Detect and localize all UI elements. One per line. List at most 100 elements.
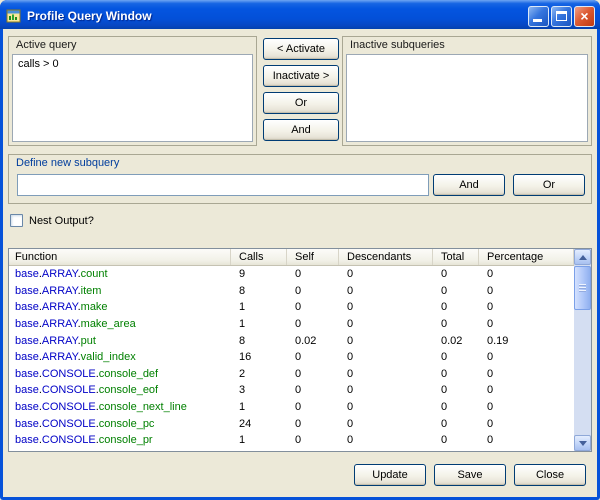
activate-button[interactable]: < Activate — [263, 38, 339, 60]
close-icon: × — [580, 9, 588, 23]
cell-value: 16 — [231, 351, 287, 363]
cell-value: 24 — [231, 418, 287, 430]
table-row[interactable]: base.ARRAY.count 9 0 0 0 0 — [9, 266, 574, 283]
or-button[interactable]: Or — [263, 92, 339, 114]
nest-output-label: Nest Output? — [29, 215, 94, 227]
function-cluster: base — [15, 351, 39, 363]
cell-value: 0 — [339, 384, 433, 396]
scroll-up-button[interactable] — [574, 249, 591, 265]
function-cluster: base — [15, 384, 39, 396]
function-feature: count — [81, 268, 108, 280]
cell-value: 0 — [339, 418, 433, 430]
cell-value: 0 — [433, 318, 479, 330]
cell-value: 0 — [339, 301, 433, 313]
define-subquery-group: Define new subquery And Or — [8, 154, 592, 204]
define-or-button[interactable]: Or — [513, 174, 585, 196]
table-row[interactable]: base.ARRAY.valid_index 16 0 0 0 0 — [9, 349, 574, 366]
update-button[interactable]: Update — [354, 464, 426, 486]
table-row[interactable]: base.ARRAY.make 1 0 0 0 0 — [9, 299, 574, 316]
function-class: CONSOLE — [42, 401, 96, 413]
subquery-input[interactable] — [17, 174, 429, 196]
function-cluster: base — [15, 268, 39, 280]
cell-value: 0 — [287, 418, 339, 430]
inactivate-button[interactable]: Inactivate > — [263, 65, 339, 87]
cell-value: 0 — [433, 301, 479, 313]
table-row[interactable]: base.CONSOLE.console_def 2 0 0 0 0 — [9, 366, 574, 383]
function-cluster: base — [15, 434, 39, 446]
cell-value: 0.02 — [287, 335, 339, 347]
function-feature: valid_index — [81, 351, 136, 363]
column-header-self[interactable]: Self — [287, 249, 339, 265]
and-button[interactable]: And — [263, 119, 339, 141]
table-row[interactable]: base.ARRAY.item 8 0 0 0 0 — [9, 283, 574, 300]
cell-value: 0 — [479, 368, 574, 380]
cell-value: 0 — [287, 401, 339, 413]
cell-value: 0 — [287, 318, 339, 330]
table-row[interactable]: base.CONSOLE.console_next_line 1 0 0 0 0 — [9, 399, 574, 416]
function-feature: console_next_line — [99, 401, 187, 413]
column-header-descendants[interactable]: Descendants — [339, 249, 433, 265]
function-cluster: base — [15, 285, 39, 297]
active-query-item[interactable]: calls > 0 — [13, 55, 252, 73]
maximize-icon — [556, 11, 567, 21]
function-cell: base.CONSOLE.console_pr — [9, 434, 231, 446]
cell-value: 0.19 — [479, 335, 574, 347]
table-row[interactable]: base.CONSOLE.console_pc 24 0 0 0 0 — [9, 415, 574, 432]
close-button[interactable]: × — [574, 6, 595, 27]
active-query-label: Active query — [16, 39, 77, 51]
close-window-button[interactable]: Close — [514, 464, 586, 486]
nest-output-checkbox[interactable] — [10, 214, 23, 227]
cell-value: 0 — [287, 285, 339, 297]
cell-value: 0 — [339, 318, 433, 330]
titlebar[interactable]: Profile Query Window × — [0, 0, 600, 29]
cell-value: 0 — [287, 368, 339, 380]
cell-value: 0 — [339, 268, 433, 280]
nest-output[interactable]: Nest Output? — [10, 213, 94, 228]
function-cluster: base — [15, 318, 39, 330]
function-cluster: base — [15, 401, 39, 413]
profile-table: Function Calls Self Descendants Total Pe… — [8, 248, 592, 452]
column-header-calls[interactable]: Calls — [231, 249, 287, 265]
define-and-button[interactable]: And — [433, 174, 505, 196]
cell-value: 1 — [231, 301, 287, 313]
cell-value: 0 — [479, 418, 574, 430]
cell-value: 0 — [287, 434, 339, 446]
column-header-function[interactable]: Function — [9, 249, 231, 265]
scroll-down-button[interactable] — [574, 435, 591, 451]
maximize-button[interactable] — [551, 6, 572, 27]
function-cell: base.ARRAY.put — [9, 335, 231, 347]
window-title: Profile Query Window — [27, 9, 526, 23]
inactive-subqueries-group: Inactive subqueries — [342, 36, 592, 146]
cell-value: 8 — [231, 285, 287, 297]
table-row[interactable]: base.CONSOLE.console_eof 3 0 0 0 0 — [9, 382, 574, 399]
function-cell: base.CONSOLE.console_def — [9, 368, 231, 380]
function-cell: base.CONSOLE.console_pc — [9, 418, 231, 430]
titlebar-buttons: × — [526, 6, 595, 27]
table-row[interactable]: base.ARRAY.put 8 0.02 0 0.02 0.19 — [9, 332, 574, 349]
cell-value: 0 — [433, 434, 479, 446]
table-row[interactable]: base.ARRAY.make_area 1 0 0 0 0 — [9, 316, 574, 333]
inactive-subqueries-label: Inactive subqueries — [350, 39, 445, 51]
scrollbar-thumb[interactable] — [574, 266, 591, 310]
cell-value: 0 — [479, 434, 574, 446]
minimize-button[interactable] — [528, 6, 549, 27]
cell-value: 0 — [433, 418, 479, 430]
table-row[interactable]: base.CONSOLE.console_pr 1 0 0 0 0 — [9, 432, 574, 449]
cell-value: 0 — [433, 368, 479, 380]
save-button[interactable]: Save — [434, 464, 506, 486]
active-query-list[interactable]: calls > 0 — [12, 54, 253, 142]
function-cell: base.ARRAY.item — [9, 285, 231, 297]
active-query-group: Active query calls > 0 — [8, 36, 257, 146]
vertical-scrollbar[interactable] — [574, 249, 591, 451]
minimize-icon — [533, 19, 542, 22]
function-cell: base.CONSOLE.console_next_line — [9, 401, 231, 413]
column-header-total[interactable]: Total — [433, 249, 479, 265]
function-feature: put — [81, 335, 96, 347]
cell-value: 0 — [339, 401, 433, 413]
inactive-subqueries-list[interactable] — [346, 54, 588, 142]
table-body: base.ARRAY.count 9 0 0 0 0 base.ARRAY.it… — [9, 266, 574, 451]
function-cell: base.ARRAY.make — [9, 301, 231, 313]
function-feature: console_def — [99, 368, 158, 380]
column-header-percentage[interactable]: Percentage — [479, 249, 574, 265]
function-feature: make — [81, 301, 108, 313]
